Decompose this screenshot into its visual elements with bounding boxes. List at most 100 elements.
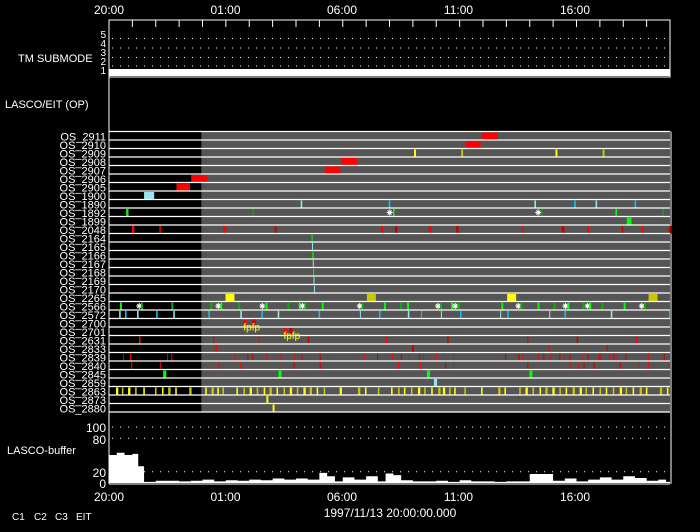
event-mark [500,311,502,319]
bottom-tick-label: 20:00 [94,490,124,504]
event-mark [240,362,242,370]
event-mark [307,336,310,344]
event-mark [623,302,626,310]
event-mark [128,387,131,395]
event-mark [414,149,416,157]
event-mark [659,387,663,395]
event-mark [460,311,462,319]
event-mark [398,362,400,370]
event-mark [626,217,632,225]
event-mark [553,302,556,310]
event-mark [576,336,579,344]
event-mark [283,387,286,395]
event-mark [638,362,640,370]
event-mark [518,353,520,361]
event-mark [424,387,426,395]
event-mark [388,200,391,208]
tm-submode-frame [108,19,671,78]
event-mark [161,387,164,395]
buffer-tick: 20 [93,466,107,480]
top-tick-label: 20:00 [94,3,124,17]
event-mark [606,345,608,353]
event-mark [454,387,456,395]
event-mark [256,387,259,395]
event-mark [635,336,638,344]
event-mark [210,302,213,310]
event-mark [140,302,143,310]
event-mark [323,387,326,395]
event-mark [563,353,565,361]
event-mark [599,353,601,361]
event-mark [121,387,124,395]
event-mark [318,311,321,319]
event-mark [384,302,386,310]
event-mark [543,353,545,361]
fp-annotation: fpfp [243,323,260,334]
event-mark [565,387,568,395]
bottom-tick-label: 11:00 [444,490,473,504]
event-mark [301,353,303,361]
event-mark [261,311,263,319]
buffer-fill-area [109,452,670,483]
event-mark [597,353,599,361]
event-mark [537,302,540,310]
event-mark [615,209,618,217]
event-mark [453,353,455,361]
event-mark [621,226,624,234]
event-mark [593,362,595,370]
event-mark [481,387,483,395]
event-mark [527,336,529,344]
event-mark [435,353,437,361]
event-mark [313,285,315,293]
event-mark [215,345,218,353]
event-mark [632,387,635,395]
event-mark [587,353,589,361]
event-mark [519,387,521,395]
event-mark [143,387,145,395]
event-mark [589,302,592,310]
event-mark [423,353,425,361]
event-mark [529,370,533,378]
event-mark [394,226,398,234]
event-mark [272,404,275,412]
tm-submode-level-bar [109,69,670,76]
event-mark [663,353,665,361]
event-mark [433,379,438,387]
legend-c1: C1 [12,512,25,523]
event-mark [419,362,421,370]
event-mark [249,387,252,395]
legend-c3: C3 [55,512,68,523]
event-mark [431,387,433,395]
event-mark [144,192,155,200]
event-mark [522,226,524,234]
bottom-tick-label: 01:00 [210,490,240,504]
date-label: 1997/11/13 20:00:00.000 [324,506,457,520]
event-mark [641,226,644,234]
event-mark [579,387,582,395]
event-mark [643,302,646,310]
event-mark [234,353,236,361]
event-mark [131,226,135,234]
event-mark [357,387,361,395]
event-mark [208,311,210,319]
event-mark [407,311,410,319]
bottom-tick-label: 06:00 [327,490,357,504]
event-mark [313,268,315,276]
event-mark [458,302,461,310]
event-mark [124,311,127,319]
event-mark [385,336,388,344]
event-mark [648,294,658,302]
event-mark [116,387,119,395]
bottom-tick-label: 16:00 [560,490,590,504]
legend-c2: C2 [34,512,47,523]
event-mark [583,362,585,370]
event-mark [319,362,321,370]
top-time-axis: 20:00 01:00 06:00 11:00 16:00 [94,3,590,17]
event-mark [595,200,598,208]
event-mark [507,294,517,302]
event-mark [294,353,296,361]
event-mark [505,353,507,361]
event-mark [410,387,413,395]
event-mark [602,149,605,157]
event-mark [311,243,313,251]
